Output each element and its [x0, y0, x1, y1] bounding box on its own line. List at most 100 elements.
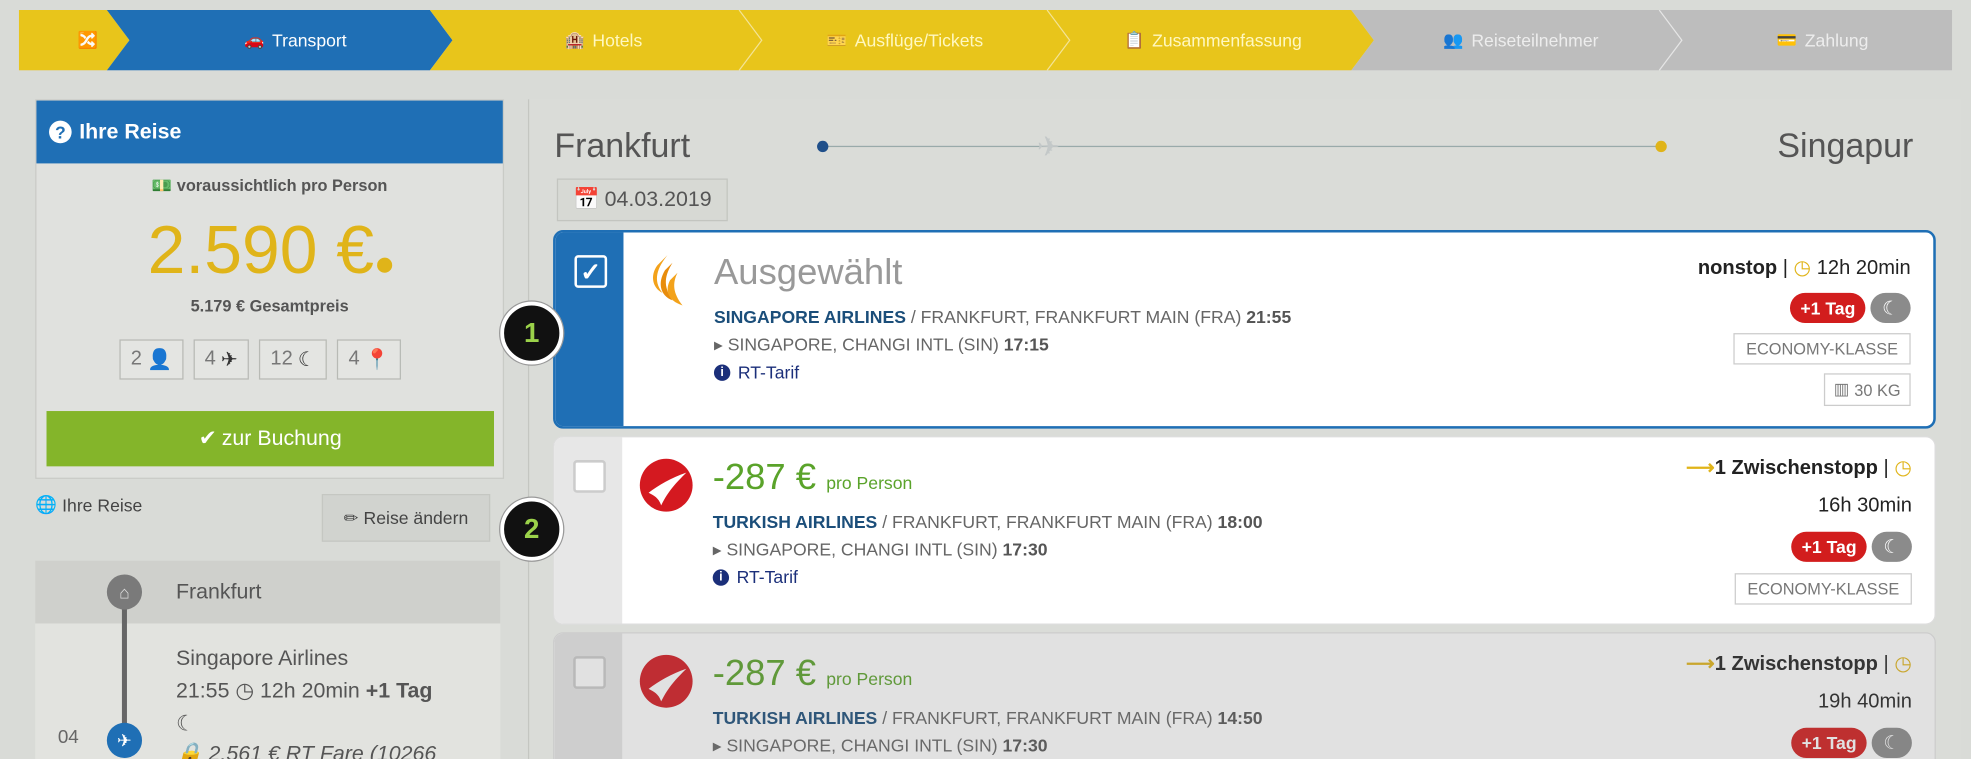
book-button[interactable]: ✔ zur Buchung [46, 411, 495, 467]
price-difference: -287 € pro Person [713, 654, 913, 695]
change-trip-button[interactable]: ✏ Reise ändern [321, 494, 491, 542]
trip-summary-panel: ? Ihre Reise 💵 voraussichtlich pro Perso… [35, 99, 505, 479]
step-hotels[interactable]: 🏨 Hotels [484, 10, 723, 70]
badge-value: 12 [270, 348, 293, 370]
question-icon[interactable]: ? [49, 120, 72, 144]
arrival-airport: SINGAPORE, CHANGI INTL (SIN) [726, 735, 1003, 756]
day-indicator: +1 Tag ☾ [1791, 727, 1912, 758]
step-label: Zahlung [1804, 30, 1869, 51]
tariff-link[interactable]: i RT-Tarif [712, 566, 798, 588]
airline-name: TURKISH AIRLINES [712, 707, 878, 728]
route-end-dot [1655, 140, 1667, 153]
flight-stops: ⟶1 Zwischenstopp | ◷ [1685, 457, 1912, 479]
car-icon: 🚗 [244, 30, 265, 50]
cabin-class: ECONOMY-KLASSE [1734, 573, 1912, 605]
step-label: Reiseteilnehmer [1471, 30, 1599, 51]
flight-headline: Ausgewählt [713, 252, 903, 293]
flight-option[interactable]: -287 € pro Person TURKISH AIRLINES / FRA… [553, 632, 1936, 759]
step-label: Ausflüge/Tickets [854, 30, 984, 51]
stops-label: 1 Zwischenstopp [1714, 653, 1878, 676]
plus-day-badge: +1 Tag [1791, 727, 1867, 758]
check-icon: ✔ [198, 426, 217, 451]
shuffle-icon: 🔀 [77, 30, 99, 50]
flight-checkbox[interactable] [573, 656, 606, 689]
step-travelers[interactable]: 👥 Reiseteilnehmer [1389, 10, 1653, 70]
flight-route-outbound: SINGAPORE AIRLINES / FRANKFURT, FRANKFUR… [714, 307, 1291, 327]
step-transport[interactable]: 🚗 Transport [170, 10, 421, 70]
plane-icon: ✈ [106, 722, 143, 758]
step-home[interactable]: 🔀 [57, 10, 120, 70]
flight-duration: 16h 30min [1817, 495, 1912, 517]
cabin-class: ECONOMY-KLASSE [1733, 333, 1911, 365]
route-destination: Singapur [1777, 126, 1914, 165]
hotel-icon: 🏨 [564, 30, 585, 50]
stopover-arrow-icon: ⟶ [1685, 457, 1715, 479]
clock-icon: ◷ [235, 678, 255, 703]
credit-card-icon: 💳 [1776, 30, 1798, 50]
price-note: 💵 voraussichtlich pro Person [36, 176, 502, 196]
home-icon: ⌂ [106, 574, 143, 610]
departure-time: 14:50 [1217, 707, 1263, 728]
flight-route-arrival: ▸ SINGAPORE, CHANGI INTL (SIN) 17:30 [713, 539, 1048, 560]
moon-icon: ☾ [175, 711, 196, 736]
calendar-icon: 📅 [573, 187, 600, 212]
airline-name: SINGAPORE AIRLINES [713, 306, 906, 327]
flight-option-selected[interactable]: ✓ Ausgewählt SINGAPORE AIRLINES / FRANKF… [553, 230, 1936, 429]
marker-number: 1 [524, 316, 540, 349]
trip-stats: 2 👤 4 ✈ 12 ☾ 4 📍 [119, 339, 402, 380]
moon-icon: ☾ [1871, 727, 1912, 758]
book-button-label: zur Buchung [221, 426, 342, 451]
baggage-allowance: ▥ 30 KG [1823, 373, 1911, 407]
flight-duration: 12h 20min [1816, 257, 1911, 280]
flight-option[interactable]: -287 € pro Person TURKISH AIRLINES / FRA… [553, 436, 1936, 625]
flights-badge: 4 ✈ [193, 339, 250, 380]
selection-bar [554, 633, 623, 759]
timeline-duration: 12h 20min [260, 678, 360, 703]
arrival-time: 17:30 [1002, 735, 1048, 756]
plus-day-badge: +1 Tag [1790, 292, 1866, 324]
flight-checkbox[interactable]: ✓ [574, 255, 608, 288]
lock-icon: 🔒 [175, 741, 203, 759]
flight-duration: 19h 40min [1817, 691, 1912, 713]
stops-label: nonstop [1697, 257, 1778, 280]
tariff-label: RT-Tarif [736, 566, 798, 588]
timeline-plus-day: +1 Tag [365, 678, 433, 703]
plus-day-badge: +1 Tag [1791, 531, 1867, 562]
info-icon: i [712, 568, 730, 586]
day-indicator: +1 Tag ☾ [1790, 292, 1911, 324]
clock-icon: ◷ [1793, 257, 1812, 280]
trip-timeline: Frankfurt ⌂ Singapore Airlines 21:55 ◷ 1… [35, 560, 501, 759]
tariff-label: RT-Tarif [737, 362, 800, 383]
turkish-airlines-logo [639, 654, 693, 708]
baggage-value: 30 KG [1854, 380, 1901, 400]
globe-icon: 🌐 [35, 494, 58, 515]
plane-icon: ✈ [220, 349, 238, 371]
singapore-airlines-logo [653, 255, 683, 306]
departure-time: 21:55 [1246, 306, 1292, 327]
change-trip-label: Reise ändern [363, 507, 469, 528]
trip-section-label: 🌐 Ihre Reise [35, 494, 142, 515]
tariff-link[interactable]: i RT-Tarif [713, 362, 800, 383]
arrival-time: 17:15 [1003, 334, 1049, 355]
timeline-flight-time: 21:55 ◷ 12h 20min +1 Tag [176, 679, 433, 704]
flight-checkbox[interactable] [573, 460, 606, 493]
nights-badge: 12 ☾ [259, 339, 328, 380]
flight-route-outbound: TURKISH AIRLINES / FRANKFURT, FRANKFURT … [713, 512, 1263, 532]
clock-icon: ◷ [1894, 457, 1912, 479]
date-badge: 📅 04.03.2019 [556, 178, 728, 222]
moon-icon: ☾ [297, 349, 316, 371]
plane-icon: ✈ [1037, 130, 1061, 163]
total-price: 5.179 € Gesamtpreis [190, 296, 349, 316]
price-value: 2.590 € [147, 212, 375, 288]
arrival-time: 17:30 [1002, 539, 1048, 560]
route-date: 04.03.2019 [604, 187, 712, 212]
step-payment[interactable]: 💳 Zahlung [1703, 10, 1942, 70]
step-summary[interactable]: 📋 Zusammenfassung [1087, 10, 1338, 70]
step-excursions[interactable]: 🎫 Ausflüge/Tickets [773, 10, 1037, 70]
arrival-airport: SINGAPORE, CHANGI INTL (SIN) [726, 539, 1003, 560]
info-dot-icon[interactable] [376, 257, 392, 273]
price-difference-value: -287 € [712, 653, 817, 694]
caret-right-icon: ▸ [712, 539, 727, 560]
route-start-dot [817, 140, 829, 153]
timeline-fare-text: 2.561 € RT Fare (10266 [208, 741, 437, 759]
